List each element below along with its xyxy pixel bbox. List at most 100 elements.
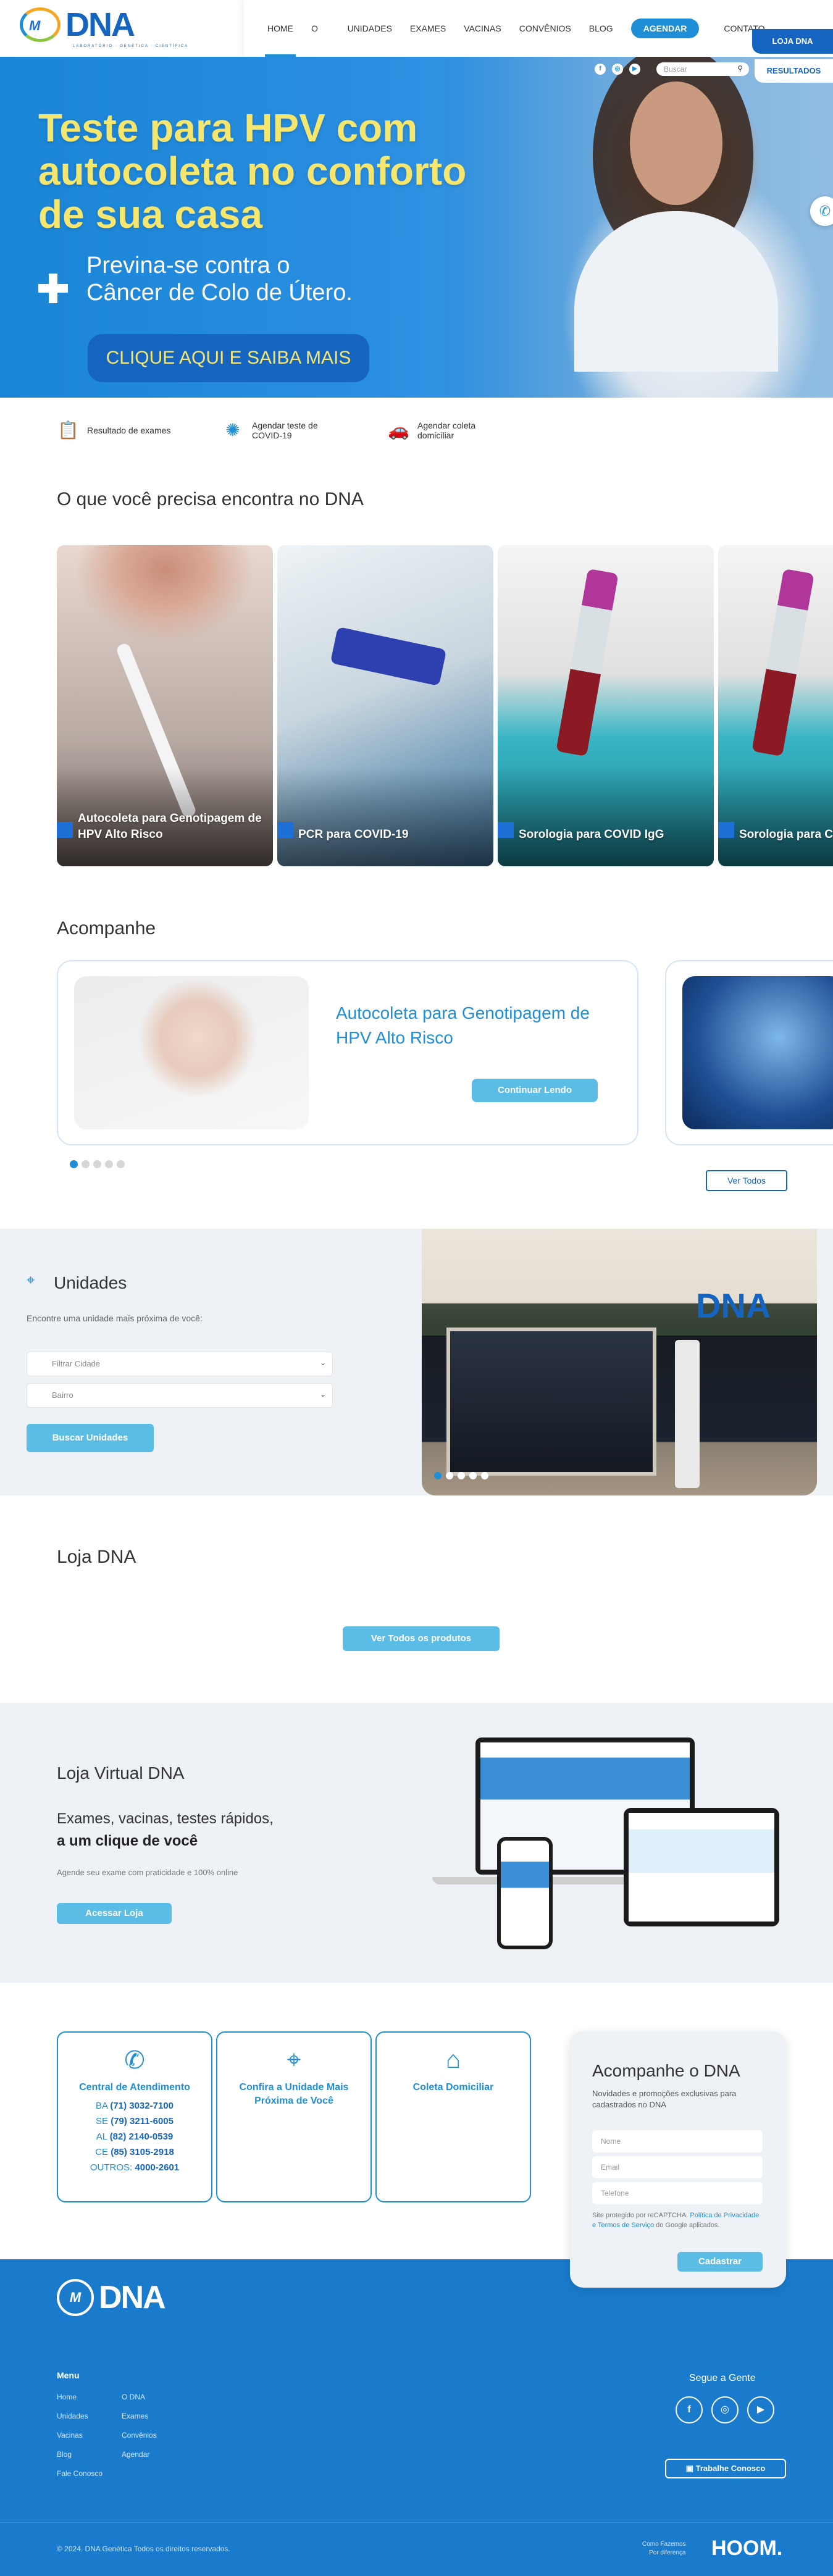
phone-line[interactable]: OUTROS: 4000-2601 (58, 2160, 211, 2175)
agendar-button[interactable]: AGENDAR (630, 19, 700, 38)
loja-title: Loja DNA (57, 1547, 136, 1567)
phone-number: (71) 3032-7100 (110, 2101, 174, 2111)
footer-link[interactable]: Fale Conosco (57, 2464, 103, 2483)
confira-unidade-card[interactable]: ⌖ Confira a Unidade Mais Próxima de Você (216, 2031, 372, 2202)
phone-state: CE (95, 2147, 109, 2157)
service-card[interactable]: PCR para COVID-19 (277, 545, 493, 866)
coleta-title: Coleta Domiciliar (412, 2082, 494, 2093)
carousel-dot[interactable] (469, 1472, 477, 1479)
nav-unidades[interactable]: UNIDADES (348, 0, 392, 57)
email-input[interactable]: Email (592, 2156, 763, 2178)
city-select[interactable]: Filtrar Cidade ⌄ (27, 1352, 333, 1376)
carousel-dot[interactable] (70, 1160, 78, 1168)
newsletter-desc: Novidades e promoções exclusivas para ca… (592, 2089, 737, 2109)
continue-reading-button[interactable]: Continuar Lendo (472, 1079, 598, 1102)
card-shade (498, 767, 714, 866)
search-input[interactable]: Buscar ⚲ (656, 62, 749, 76)
quick-link-label-line: domiciliar (417, 430, 454, 440)
blog-post-card[interactable] (665, 960, 833, 1145)
service-card[interactable]: Sorologia para C (718, 545, 833, 866)
footer-link[interactable]: Vacinas (57, 2426, 103, 2445)
footer-link[interactable]: Blog (57, 2445, 103, 2464)
chevron-down-icon: ⌄ (319, 1358, 326, 1367)
quick-link-coleta[interactable]: 🚗 Agendar coleta domiciliar (388, 420, 475, 441)
bairro-select[interactable]: Bairro ⌄ (27, 1383, 333, 1408)
nav-vacinas[interactable]: VACINAS (464, 0, 501, 57)
resultados-button[interactable]: RESULTADOS (755, 59, 833, 83)
instagram-icon[interactable]: ◎ (612, 64, 623, 75)
nav-exames[interactable]: EXAMES (410, 0, 446, 57)
carousel-dot[interactable] (434, 1472, 442, 1479)
blog-post-card[interactable]: Autocoleta para Genotipagem de HPV Alto … (57, 960, 638, 1145)
dna-logo[interactable]: M DNA (20, 6, 135, 43)
quick-link-covid[interactable]: ✺ Agendar teste de COVID-19 (222, 420, 317, 441)
phone-state: SE (96, 2116, 109, 2126)
post-title[interactable]: Autocoleta para Genotipagem de HPV Alto … (336, 1001, 608, 1050)
youtube-icon[interactable]: ▶ (747, 2396, 774, 2423)
quick-link-label: Resultado de exames (87, 425, 171, 435)
phone-number: (79) 3211-6005 (111, 2116, 174, 2126)
instagram-icon[interactable]: ◎ (711, 2396, 739, 2423)
carousel-dot[interactable] (105, 1160, 113, 1168)
central-atendimento-card[interactable]: ✆ Central de Atendimento BA (71) 3032-71… (57, 2031, 212, 2202)
phone-input[interactable]: Telefone (592, 2182, 763, 2204)
coleta-domiciliar-card[interactable]: ⌂ Coleta Domiciliar (375, 2031, 531, 2202)
nav-convenios[interactable]: CONVÊNIOS (519, 0, 571, 57)
carousel-dot[interactable] (458, 1472, 465, 1479)
nav-o-dna[interactable]: O DNA (311, 0, 330, 90)
footer-link[interactable]: Convênios (122, 2426, 157, 2445)
youtube-icon[interactable]: ▶ (629, 64, 640, 75)
quick-link-resultado[interactable]: 📋 Resultado de exames (57, 420, 170, 441)
service-card[interactable]: Sorologia para COVID IgG (498, 545, 714, 866)
carousel-dot[interactable] (93, 1160, 101, 1168)
hero-subtitle-line1: Previna-se contra o (86, 253, 290, 278)
logo-text: DNA (65, 6, 135, 43)
service-card[interactable]: Autocoleta para Genotipagem de HPV Alto … (57, 545, 273, 866)
agency-credit: Como Fazemos Por diferença (642, 2540, 686, 2557)
carousel-dot[interactable] (481, 1472, 488, 1479)
hero-woman-face (630, 82, 722, 205)
buscar-unidades-button[interactable]: Buscar Unidades (27, 1424, 154, 1452)
phone-line[interactable]: BA (71) 3032-7100 (58, 2098, 211, 2114)
phone-screen (501, 1841, 549, 1946)
phone-icon: ✆ (124, 2047, 145, 2074)
footer-logo[interactable]: M DNA (57, 2279, 166, 2316)
ver-produtos-button[interactable]: Ver Todos os produtos (343, 1626, 500, 1651)
footer-link[interactable]: Agendar (122, 2445, 157, 2464)
phone-state: BA (96, 2101, 108, 2111)
phone-line[interactable]: SE (79) 3211-6005 (58, 2114, 211, 2129)
nav-home[interactable]: HOME (265, 0, 296, 57)
loja-dna-button[interactable]: LOJA DNA (752, 29, 833, 54)
phone-line[interactable]: CE (85) 3105-2918 (58, 2144, 211, 2160)
placeholder: Email (601, 2163, 620, 2172)
trabalhe-conosco-button[interactable]: ▣ Trabalhe Conosco (665, 2459, 786, 2478)
service-card-label: Autocoleta para Genotipagem de HPV Alto … (78, 812, 262, 841)
carousel-dot[interactable] (82, 1160, 90, 1168)
footer-link[interactable]: O DNA (122, 2388, 157, 2407)
face-shield-image (330, 626, 447, 687)
tablet-screen (629, 1813, 774, 1922)
facebook-icon[interactable]: f (676, 2396, 703, 2423)
virus-icon: ✺ (225, 420, 240, 440)
carousel-dot[interactable] (117, 1160, 125, 1168)
ver-todos-button[interactable]: Ver Todos (706, 1170, 787, 1191)
footer-link[interactable]: Unidades (57, 2407, 103, 2426)
tablet-mockup (624, 1808, 779, 1926)
search-icon[interactable]: ⚲ (737, 64, 743, 73)
hero-cta-button[interactable]: CLIQUE AQUI E SAIBA MAIS (88, 334, 369, 382)
service-card-label: Sorologia para COVID IgG (519, 828, 664, 841)
footer-link[interactable]: Exames (122, 2407, 157, 2426)
dna-helix-image (682, 976, 833, 1129)
phone-line[interactable]: AL (82) 2140-0539 (58, 2129, 211, 2144)
acessar-loja-button[interactable]: Acessar Loja (57, 1903, 172, 1924)
facebook-icon[interactable]: f (595, 64, 606, 75)
loja-virtual-headline-bold: a um clique de você (57, 1833, 198, 1849)
copyright: © 2024. DNA Genética Todos os direitos r… (57, 2545, 230, 2553)
blood-tube-image (556, 568, 619, 757)
footer-link[interactable]: Home (57, 2388, 103, 2407)
nav-blog[interactable]: BLOG (589, 0, 613, 57)
cadastrar-button[interactable]: Cadastrar (677, 2252, 763, 2272)
name-input[interactable]: Nome (592, 2130, 763, 2152)
agency-logo[interactable]: HOOM. (711, 2536, 782, 2561)
carousel-dot[interactable] (446, 1472, 453, 1479)
